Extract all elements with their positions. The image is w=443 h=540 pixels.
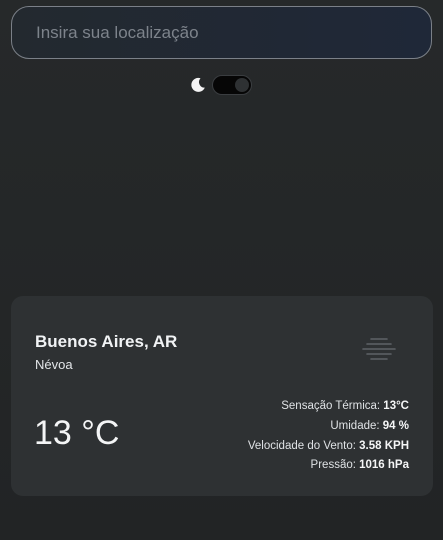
wind-label: Velocidade do Vento: [247, 439, 360, 452]
weather-condition: Névoa [35, 357, 73, 372]
weather-details: Sensação Térmica: 13°C Umidade: 94 % Vel… [248, 397, 409, 476]
theme-switch-knob [235, 78, 249, 92]
moon-icon [191, 77, 205, 92]
feels-like-value: 13°C [383, 400, 409, 412]
theme-switch[interactable] [212, 75, 252, 95]
humidity-value: 94 % [382, 419, 409, 432]
feels-like-row: Sensação Térmica: 13°C [248, 397, 409, 417]
wind-row: Velocidade do Vento: 3.58 KPH [248, 437, 409, 457]
pressure-label: Pressão: [310, 459, 360, 472]
theme-toggle [190, 74, 252, 96]
weather-card: Buenos Aires, AR Névoa 13 °C Sensação Té… [11, 296, 433, 496]
city-name: Buenos Aires, AR [35, 332, 178, 351]
humidity-label: Umidade: [330, 419, 383, 432]
humidity-row: Umidade: 94 % [248, 417, 409, 437]
feels-like-label: Sensação Térmica: [281, 400, 384, 412]
location-search [11, 6, 432, 59]
pressure-value: 1016 hPa [359, 459, 409, 472]
pressure-row: Pressão: 1016 hPa [248, 456, 409, 476]
wind-value: 3.58 KPH [359, 439, 409, 452]
weather-app: Buenos Aires, AR Névoa 13 °C Sensação Té… [0, 0, 443, 540]
temperature: 13 °C [34, 414, 120, 452]
fog-icon [362, 338, 396, 360]
location-search-input[interactable] [12, 7, 431, 58]
